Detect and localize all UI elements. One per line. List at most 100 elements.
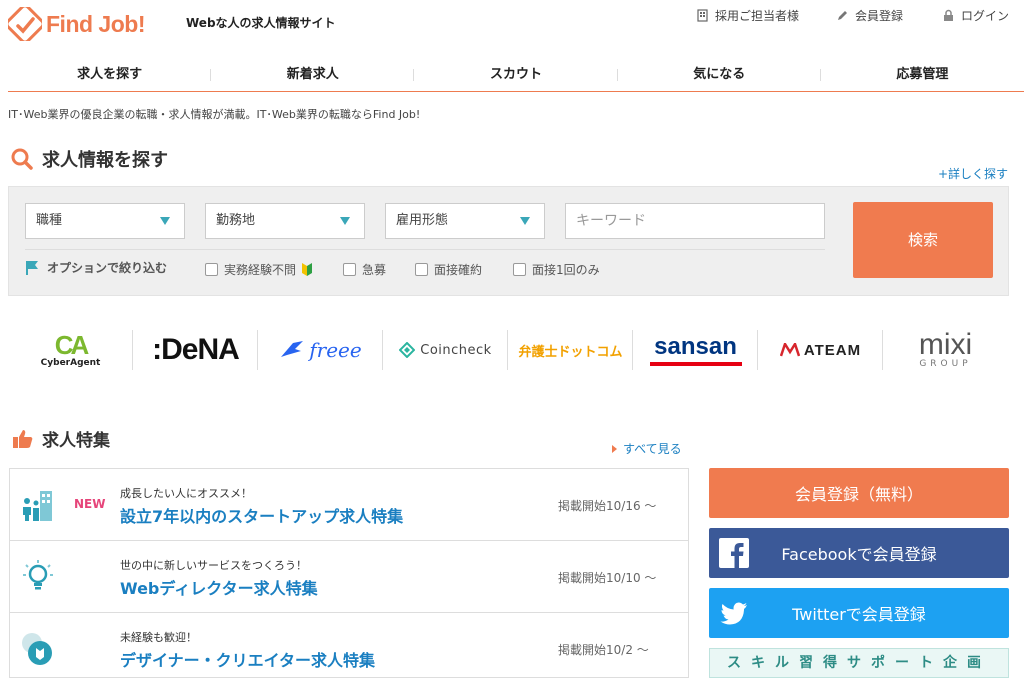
thumbs-up-icon xyxy=(13,429,33,448)
feature-item-web-director[interactable]: 世の中に新しいサービスをつくろう！ Webディレクター求人特集 掲載開始10/1… xyxy=(10,541,688,613)
employment-select[interactable]: 雇用形態 xyxy=(385,203,545,239)
mixi-logo-mark: mixi GROUP xyxy=(918,328,973,370)
keyword-input[interactable] xyxy=(565,203,825,239)
location-select[interactable]: 勤務地 xyxy=(205,203,365,239)
sansan-name: sansan xyxy=(654,332,737,360)
bengo4-name: 弁護士ドットコム xyxy=(518,344,623,360)
facebook-icon xyxy=(719,538,749,568)
logo-text: Find Job! xyxy=(46,10,145,37)
search-title: 求人情報を探す xyxy=(42,150,168,171)
checkbox-label: 面接確約 xyxy=(434,263,483,277)
employment-select-value: 雇用形態 xyxy=(396,213,449,228)
skill-support-banner[interactable]: スキル習得サポート企画 xyxy=(709,648,1009,678)
nav-item-applications[interactable]: 応募管理 xyxy=(821,62,1024,91)
twitter-bird-icon xyxy=(720,602,747,625)
arrow-right-icon xyxy=(612,444,617,453)
divider xyxy=(25,249,825,250)
checkbox-box[interactable] xyxy=(205,263,218,276)
detailed-search-link[interactable]: +詳しく探す xyxy=(938,165,1008,182)
chevron-down-icon xyxy=(340,217,350,225)
company-logo-mixi[interactable]: mixi GROUP xyxy=(883,326,1008,374)
cyberagent-logo-mark: CA CyberAgent xyxy=(41,332,101,368)
logo-mark-icon xyxy=(8,7,42,41)
company-logo-dena[interactable]: :DeNA xyxy=(133,326,258,374)
checkbox-urgent[interactable]: 急募 xyxy=(343,261,386,278)
nav-item-new-jobs[interactable]: 新着求人 xyxy=(211,62,415,91)
beginner-shield-icon xyxy=(22,633,52,665)
feature-item-designer[interactable]: 未経験も歓迎！ デザイナー・クリエイター求人特集 掲載開始10/2 ～ xyxy=(10,613,688,685)
coincheck-name: Coincheck xyxy=(420,342,492,358)
company-logo-bengo4[interactable]: 弁護士ドットコム xyxy=(508,326,633,374)
site-description: IT･Web業界の優良企業の転職・求人情報が満載。IT･Web業界の転職ならFi… xyxy=(8,108,421,121)
feature-title[interactable]: デザイナー・クリエイター求人特集 xyxy=(120,647,375,671)
company-logo-strip: CA CyberAgent :DeNA freee Coincheck 弁護士ド… xyxy=(8,326,1008,374)
chevron-down-icon xyxy=(520,217,530,225)
company-logo-freee[interactable]: freee xyxy=(258,326,383,374)
feature-date: 掲載開始10/2 ～ xyxy=(558,643,649,657)
search-panel: 職種 勤務地 雇用形態 検索 オプションで絞り込む 実務経験不問 急募 面接確約… xyxy=(8,186,1009,296)
checkbox-interview-guaranteed[interactable]: 面接確約 xyxy=(415,261,482,278)
checkbox-box[interactable] xyxy=(513,263,526,276)
login-link-label: ログイン xyxy=(961,9,1010,23)
nav-item-favorites[interactable]: 気になる xyxy=(618,62,822,91)
checkbox-box[interactable] xyxy=(415,263,428,276)
company-logo-sansan[interactable]: sansan xyxy=(633,326,758,374)
nav-item-search-jobs[interactable]: 求人を探す xyxy=(8,62,212,91)
freee-name: freee xyxy=(309,338,362,362)
register-link[interactable]: 会員登録 xyxy=(836,7,903,24)
lightbulb-icon xyxy=(23,560,53,590)
see-all-label: すべて見る xyxy=(623,442,682,456)
register-facebook-button[interactable]: Facebookで会員登録 xyxy=(709,528,1009,578)
recruiter-link-label: 採用ご担当者様 xyxy=(715,9,800,23)
feature-list: NEW 成長したい人にオススメ！ 設立7年以内のスタートアップ求人特集 掲載開始… xyxy=(9,468,689,678)
checkbox-box[interactable] xyxy=(343,263,356,276)
flag-icon xyxy=(26,260,38,275)
nav-item-scout[interactable]: スカウト xyxy=(414,62,618,91)
ateam-name: ATEAM xyxy=(803,341,862,359)
features-title: 求人特集 xyxy=(42,431,110,451)
building-icon xyxy=(697,9,708,22)
register-twitter-button[interactable]: Twitterで会員登録 xyxy=(709,588,1009,638)
lock-icon xyxy=(944,9,953,21)
checkbox-label: 実務経験不問 xyxy=(224,263,297,277)
feature-title[interactable]: 設立7年以内のスタートアップ求人特集 xyxy=(120,503,403,527)
site-logo[interactable]: Find Job! xyxy=(8,6,188,42)
sansan-logo-mark: sansan xyxy=(649,332,742,366)
register-free-button[interactable]: 会員登録（無料） xyxy=(709,468,1009,518)
register-link-label: 会員登録 xyxy=(855,9,904,23)
register-facebook-label: Facebookで会員登録 xyxy=(781,545,937,564)
beginner-mark-icon xyxy=(302,263,313,276)
recruiter-link[interactable]: 採用ご担当者様 xyxy=(696,7,799,24)
company-logo-cyberagent[interactable]: CA CyberAgent xyxy=(8,326,133,374)
search-button[interactable]: 検索 xyxy=(853,202,993,278)
feature-subtitle: 未経験も歓迎！ xyxy=(120,631,197,644)
filter-options-label: オプションで絞り込む xyxy=(25,259,167,276)
register-free-label: 会員登録（無料） xyxy=(794,485,923,504)
see-all-link[interactable]: すべて見る xyxy=(612,440,682,457)
cyberagent-name: CyberAgent xyxy=(40,358,101,368)
company-logo-coincheck[interactable]: Coincheck xyxy=(383,326,508,374)
checkbox-no-experience[interactable]: 実務経験不問 xyxy=(205,261,313,278)
freee-bird-icon xyxy=(281,341,304,357)
feature-date: 掲載開始10/16 ～ xyxy=(558,499,657,513)
ateam-mark-icon xyxy=(779,343,800,357)
location-select-value: 勤務地 xyxy=(216,213,256,228)
register-twitter-label: Twitterで会員登録 xyxy=(792,605,926,624)
company-logo-ateam[interactable]: ATEAM xyxy=(758,326,883,374)
feature-item-startup[interactable]: NEW 成長したい人にオススメ！ 設立7年以内のスタートアップ求人特集 掲載開始… xyxy=(10,469,688,541)
chevron-down-icon xyxy=(160,217,170,225)
mixi-name: mixi xyxy=(918,328,973,361)
mixi-sub: GROUP xyxy=(919,359,972,369)
feature-title[interactable]: Webディレクター求人特集 xyxy=(120,575,318,599)
checkbox-one-interview[interactable]: 面接1回のみ xyxy=(513,261,600,278)
main-nav: 求人を探す 新着求人 スカウト 気になる 応募管理 xyxy=(8,62,1024,92)
checkbox-label: 面接1回のみ xyxy=(532,263,600,277)
job-type-select[interactable]: 職種 xyxy=(25,203,185,239)
filter-options-text: オプションで絞り込む xyxy=(47,261,168,275)
site-tagline: Webな人の求人情報サイト xyxy=(186,16,336,30)
login-link[interactable]: ログイン xyxy=(942,7,1009,24)
coincheck-diamond-icon xyxy=(399,342,416,358)
dena-name: :DeNA xyxy=(152,333,240,366)
building-people-icon xyxy=(23,491,52,521)
feature-subtitle: 世の中に新しいサービスをつくろう！ xyxy=(120,559,307,572)
